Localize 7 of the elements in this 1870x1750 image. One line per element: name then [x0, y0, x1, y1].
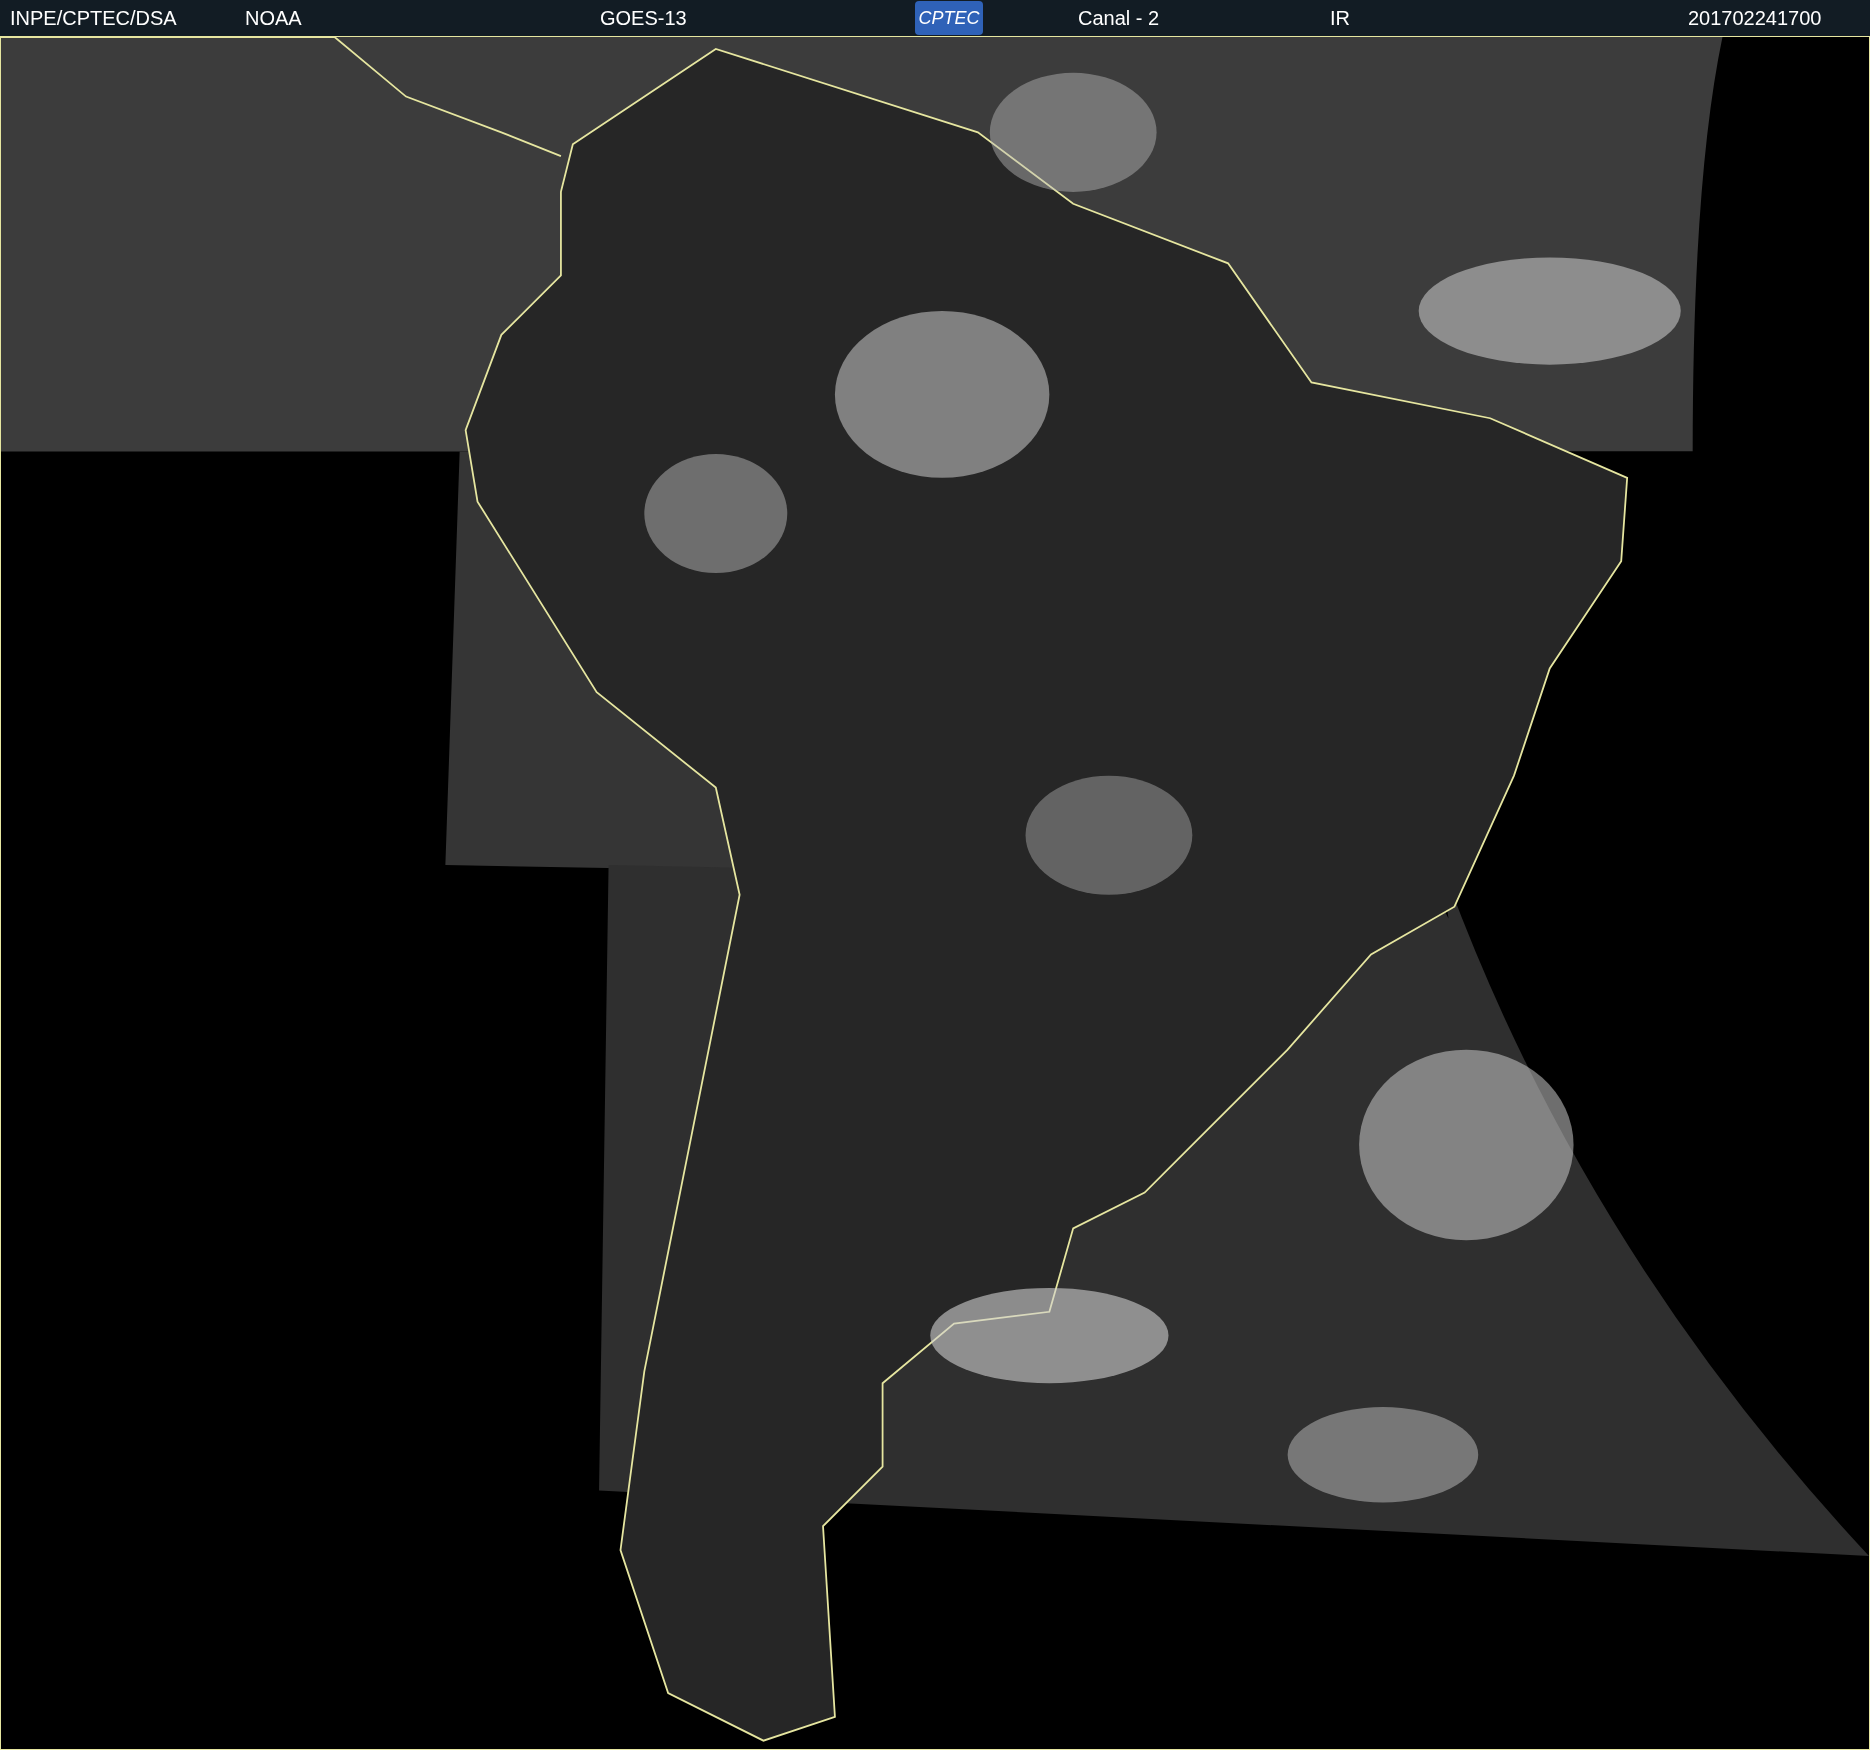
- band-label: IR: [1330, 6, 1351, 31]
- channel-label: Canal - 2: [1078, 6, 1161, 31]
- timestamp-label: 201702241700: [1688, 6, 1822, 31]
- source-label: INPE/CPTEC/DSA: [10, 6, 178, 31]
- satellite-label: GOES-13: [600, 6, 688, 31]
- logo: CPTEC: [915, 1, 983, 35]
- agency-label: NOAA: [245, 6, 303, 31]
